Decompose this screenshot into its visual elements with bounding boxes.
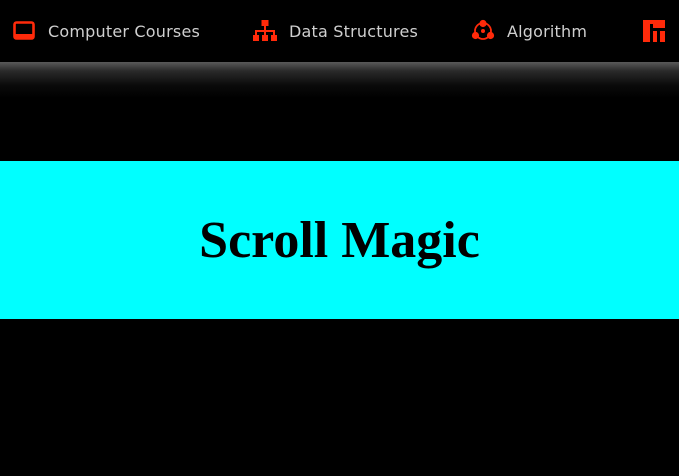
nav-item-data-structures[interactable]: Data Structures bbox=[253, 0, 418, 62]
banner-title: Scroll Magic bbox=[199, 211, 480, 269]
hero-banner: Scroll Magic bbox=[0, 161, 679, 319]
nav-item-computer-courses[interactable]: Computer Courses bbox=[12, 0, 200, 62]
nav-item-label: Algorithm bbox=[507, 21, 588, 41]
nav-item-algorithm[interactable]: Algorithm bbox=[471, 0, 587, 62]
dashboard-icon bbox=[642, 19, 666, 43]
top-navbar: Computer Courses Data Structures Algorit… bbox=[0, 0, 679, 62]
sitemap-icon bbox=[253, 19, 277, 43]
network-cycle-icon bbox=[471, 19, 495, 43]
nav-item-dashboard[interactable] bbox=[642, 0, 678, 62]
navbar-shadow bbox=[0, 62, 679, 98]
nav-item-label: Computer Courses bbox=[48, 21, 201, 41]
laptop-icon bbox=[12, 19, 36, 43]
nav-item-label: Data Structures bbox=[289, 21, 419, 41]
